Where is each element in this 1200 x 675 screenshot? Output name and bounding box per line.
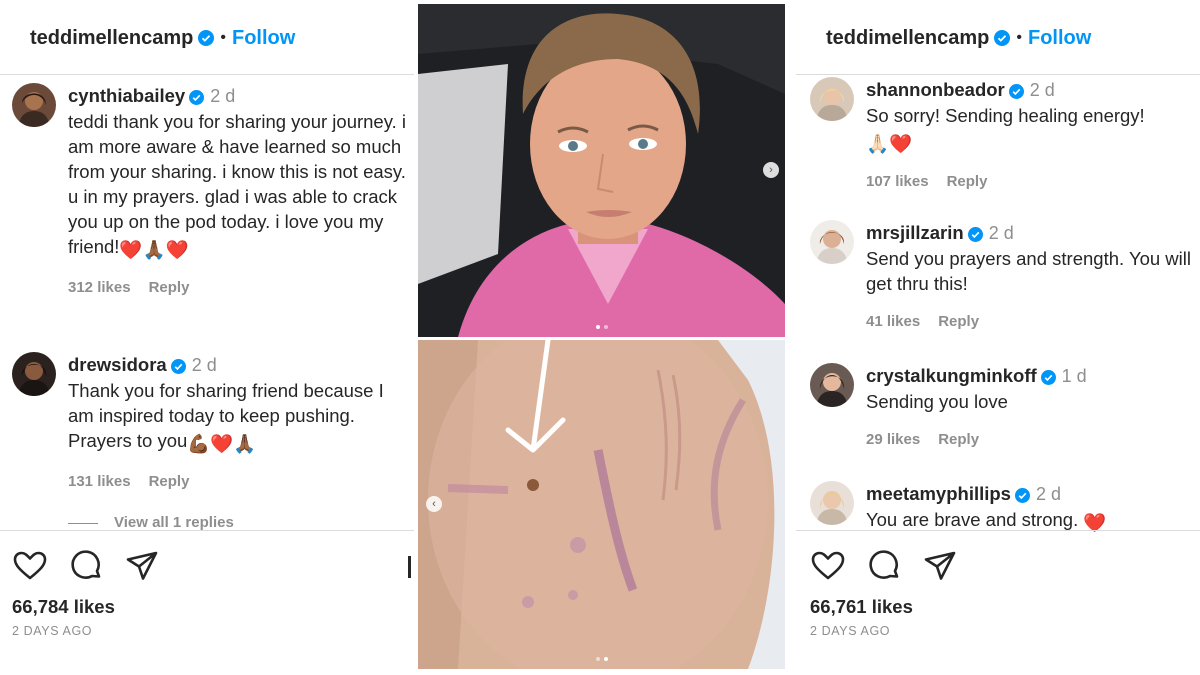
comment-text: teddi thank you for sharing your journey…	[68, 111, 406, 257]
reply-button[interactable]: Reply	[149, 279, 190, 296]
avatar[interactable]	[810, 363, 854, 407]
comment-time: 2 d	[191, 355, 217, 375]
comment-bubble-icon[interactable]	[68, 548, 104, 584]
comment-item: drewsidora 2 d Thank you for sharing frie…	[12, 352, 406, 494]
comment-time: 2 d	[988, 223, 1014, 243]
comment-time: 2 d	[1035, 484, 1061, 504]
avatar[interactable]	[12, 83, 56, 127]
comment-emoji: 🙏🏻❤️	[866, 133, 913, 154]
view-replies-link[interactable]: View all 1 replies	[68, 514, 234, 531]
comment-time: 2 d	[210, 86, 236, 106]
reply-button[interactable]: Reply	[938, 313, 979, 330]
comment-text: You are brave and strong.	[866, 509, 1079, 530]
comment-bubble-icon[interactable]	[866, 548, 902, 584]
follow-button[interactable]: Follow	[232, 27, 295, 50]
previous-arrow-icon[interactable]: ‹	[426, 496, 442, 512]
comment-username[interactable]: crystalkungminkoff	[866, 365, 1037, 386]
verified-badge-icon	[1014, 487, 1030, 503]
verified-badge-icon	[170, 358, 186, 374]
avatar[interactable]	[810, 77, 854, 121]
comment-item: crystalkungminkoff 1 d Sending you love 2…	[810, 363, 1192, 452]
comment-emoji: ❤️	[1083, 512, 1107, 533]
actions-divider	[0, 530, 414, 531]
heart-icon[interactable]	[810, 548, 846, 584]
avatar[interactable]	[810, 220, 854, 264]
reply-button[interactable]: Reply	[947, 173, 988, 190]
avatar[interactable]	[12, 352, 56, 396]
heart-icon[interactable]	[12, 548, 48, 584]
separator-dot: •	[220, 29, 226, 46]
verified-badge-icon	[189, 89, 205, 105]
comment-username[interactable]: mrsjillzarin	[866, 222, 964, 243]
comment-text: Sending you love	[866, 391, 1008, 412]
post-header: teddimellencamp • Follow	[30, 20, 295, 56]
left-post-panel: teddimellencamp • Follow cynthiabailey 2 …	[0, 0, 414, 675]
comment-likes[interactable]: 41 likes	[866, 313, 920, 330]
paper-plane-icon[interactable]	[922, 548, 958, 584]
post-like-count[interactable]: 66,784 likes	[12, 596, 115, 618]
post-like-count[interactable]: 66,761 likes	[810, 596, 913, 618]
comment-item: mrsjillzarin 2 d Send you prayers and str…	[810, 220, 1192, 334]
verified-badge-icon	[994, 30, 1011, 46]
verified-badge-icon	[198, 30, 215, 46]
comment-item: cynthiabailey 2 d teddi thank you for sha…	[12, 83, 406, 300]
carousel-dots	[595, 325, 608, 329]
post-actions	[12, 548, 160, 584]
comment-emoji: 💪🏾❤️🙏🏾	[187, 433, 257, 454]
reply-button[interactable]: Reply	[938, 431, 979, 448]
comment-likes[interactable]: 131 likes	[68, 473, 131, 490]
post-header: teddimellencamp • Follow	[826, 20, 1091, 56]
comment-emoji: ❤️🙏🏾❤️	[119, 239, 189, 260]
next-arrow-icon[interactable]: ›	[763, 162, 779, 178]
avatar[interactable]	[810, 481, 854, 525]
comment-username[interactable]: cynthiabailey	[68, 85, 185, 106]
comment-username[interactable]: shannonbeador	[866, 79, 1005, 100]
comment-likes[interactable]: 312 likes	[68, 279, 131, 296]
comment-item: meetamyphillips 2 d You are brave and str…	[810, 481, 1192, 535]
verified-badge-icon	[1008, 83, 1024, 99]
comment-text: Send you prayers and strength. You will …	[866, 248, 1191, 294]
verified-badge-icon	[1040, 369, 1056, 385]
back-scar-photo[interactable]: ‹	[418, 340, 785, 669]
reply-button[interactable]: Reply	[149, 473, 190, 490]
actions-divider	[796, 530, 1200, 531]
header-divider	[0, 74, 414, 75]
comment-item: shannonbeador 2 d So sorry! Sending heali…	[810, 77, 1192, 194]
comment-likes[interactable]: 29 likes	[866, 431, 920, 448]
post-actions	[810, 548, 958, 584]
comment-username[interactable]: drewsidora	[68, 354, 167, 375]
right-post-panel: teddimellencamp • Follow shannonbeador 2 …	[796, 0, 1200, 675]
post-author-username[interactable]: teddimellencamp	[30, 27, 193, 50]
verified-badge-icon	[967, 226, 983, 242]
carousel-dots	[595, 657, 608, 661]
comment-text: So sorry! Sending healing energy!	[866, 105, 1145, 126]
comment-time: 2 d	[1029, 80, 1055, 100]
panel-edge-mark	[408, 556, 411, 578]
comment-time: 1 d	[1061, 366, 1087, 386]
post-timestamp: 2 DAYS AGO	[810, 624, 891, 638]
post-author-username[interactable]: teddimellencamp	[826, 27, 989, 50]
paper-plane-icon[interactable]	[124, 548, 160, 584]
post-timestamp: 2 DAYS AGO	[12, 624, 93, 638]
selfie-photo[interactable]: ›	[418, 4, 785, 337]
separator-dot: •	[1016, 29, 1022, 46]
header-divider	[796, 74, 1200, 75]
comment-username[interactable]: meetamyphillips	[866, 483, 1011, 504]
comment-likes[interactable]: 107 likes	[866, 173, 929, 190]
follow-button[interactable]: Follow	[1028, 27, 1091, 50]
